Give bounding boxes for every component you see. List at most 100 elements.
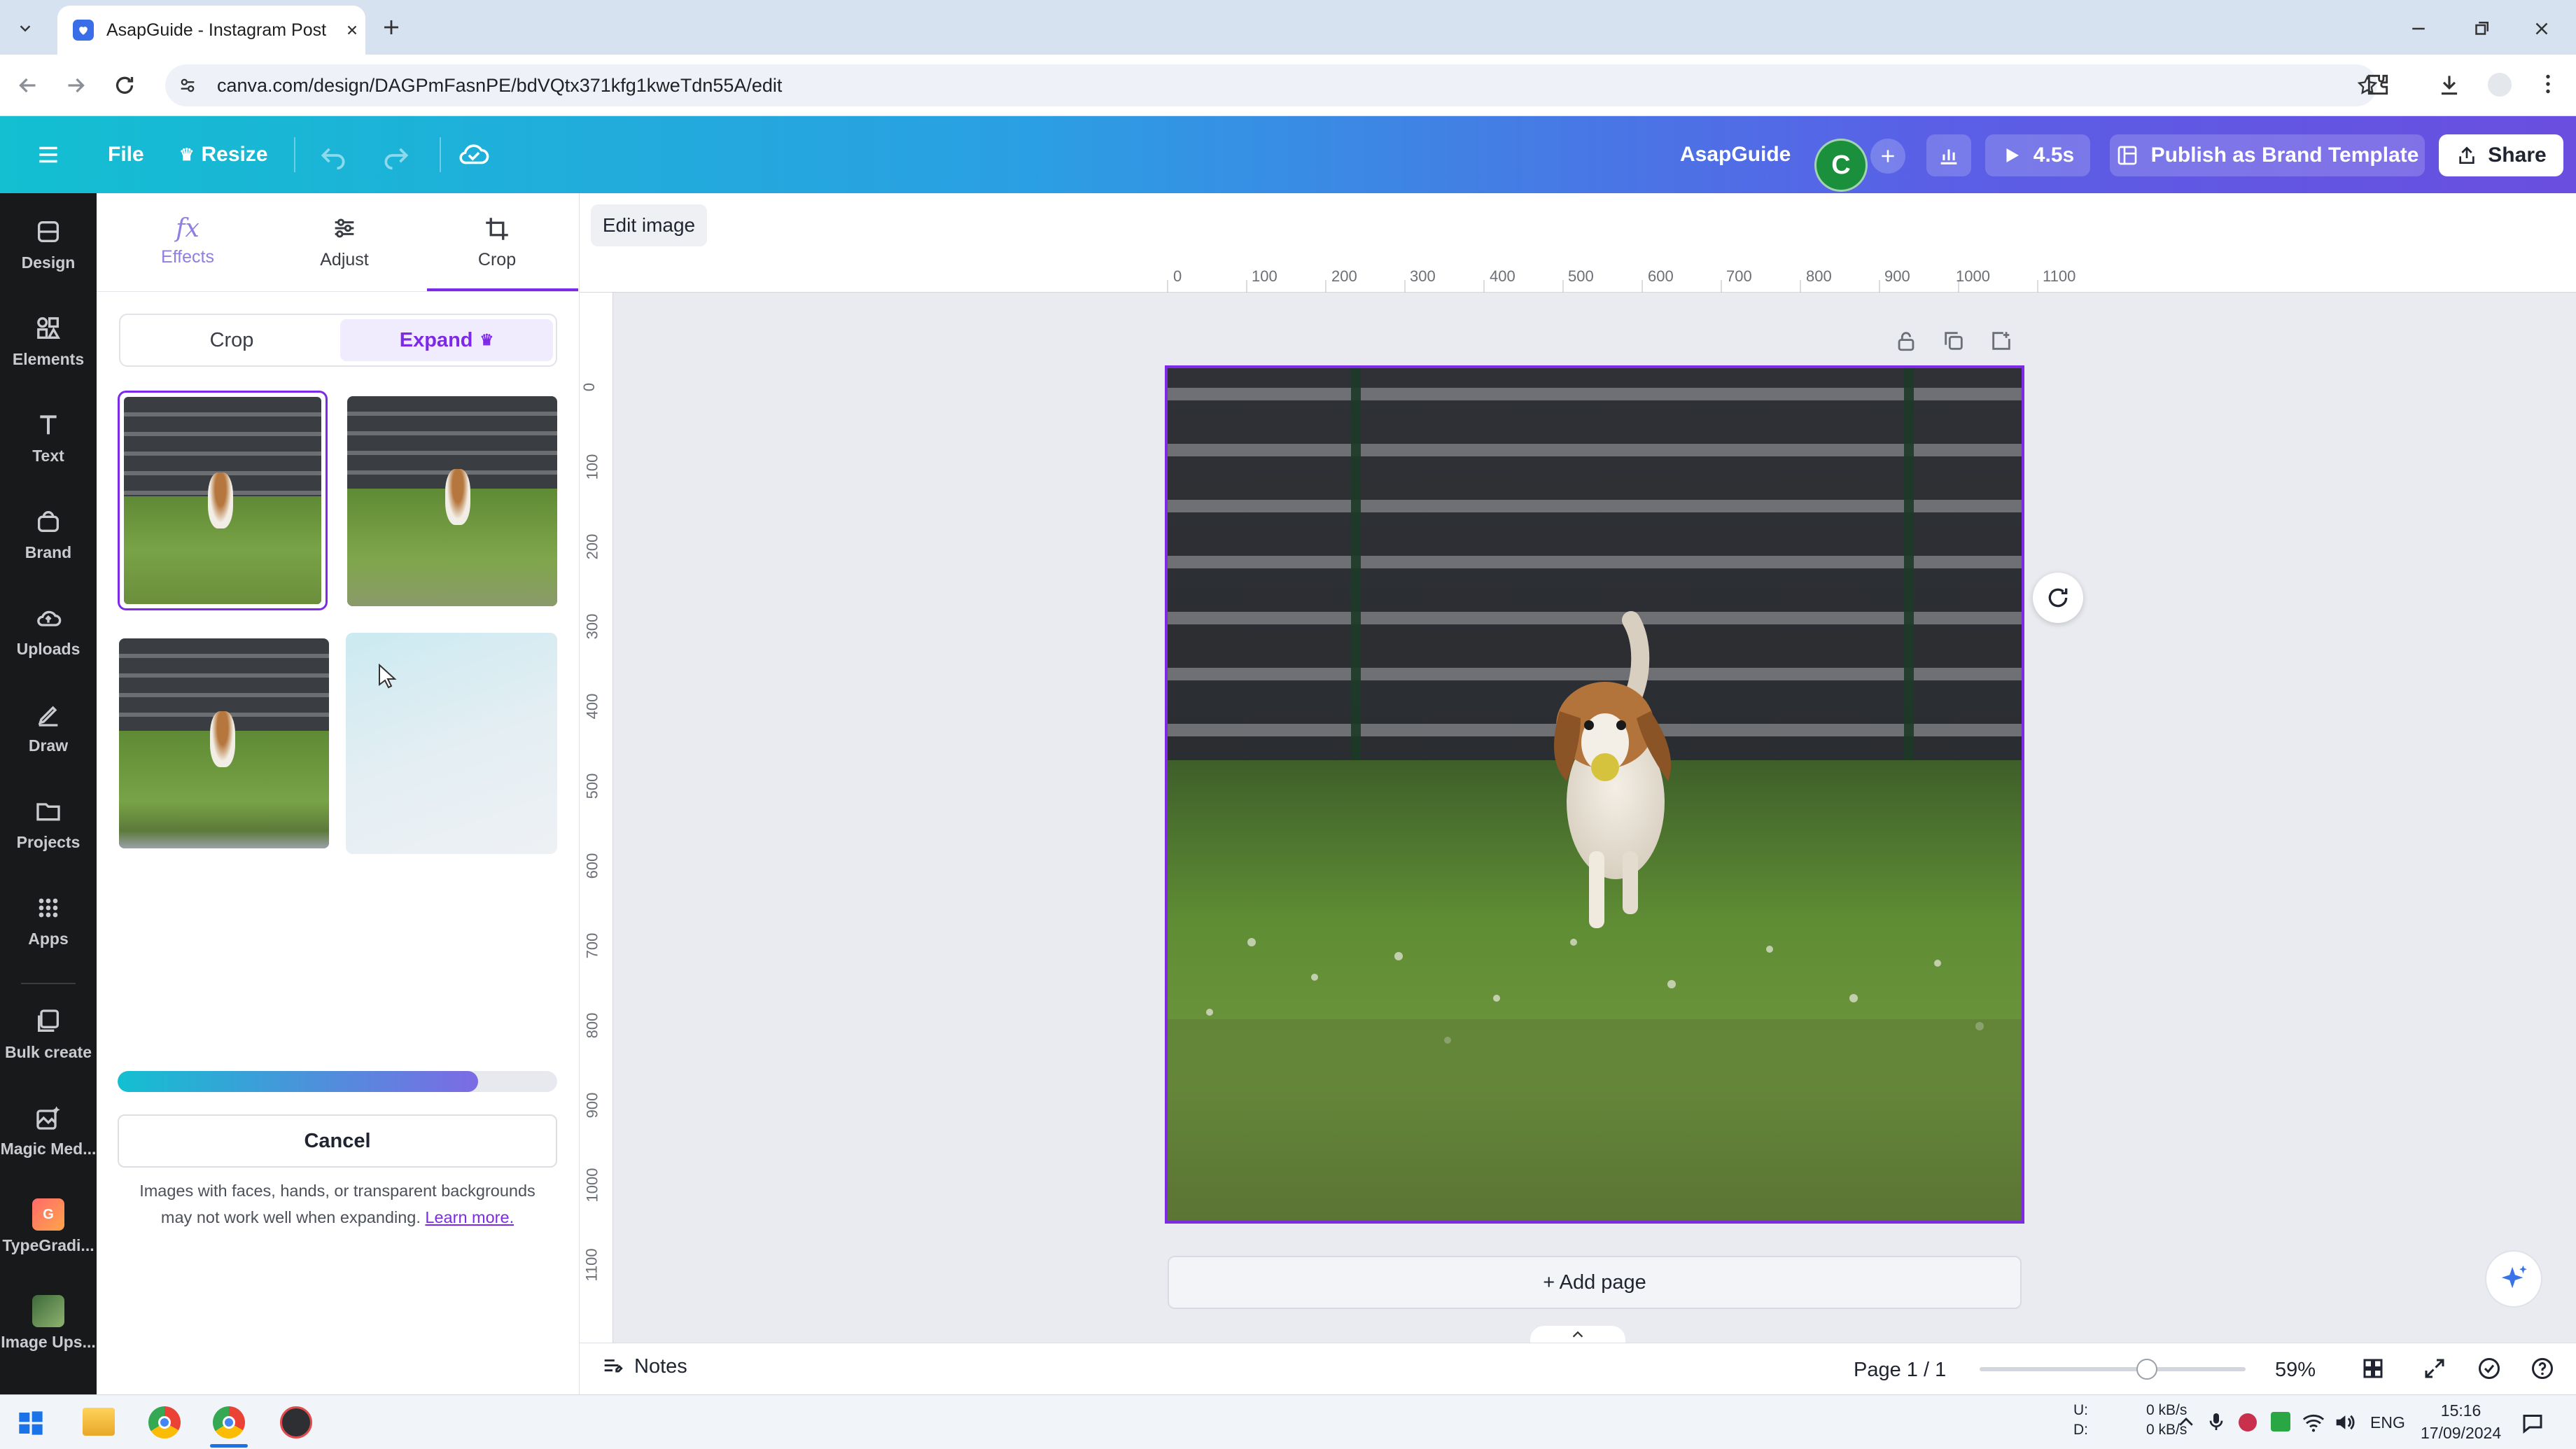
- restore-icon[interactable]: [2471, 18, 2492, 39]
- expand-result-3[interactable]: [119, 638, 329, 848]
- grid-view-icon[interactable]: [2360, 1356, 2386, 1381]
- profile-avatar[interactable]: [2488, 73, 2512, 97]
- cloud-saved-icon[interactable]: [456, 139, 491, 169]
- add-page-icon[interactable]: [1989, 329, 2013, 353]
- expand-result-1[interactable]: [118, 391, 328, 610]
- rail-item-text[interactable]: Text: [0, 409, 97, 465]
- zoom-slider-track[interactable]: [1980, 1367, 2246, 1371]
- user-avatar[interactable]: C: [1814, 139, 1868, 192]
- download-icon[interactable]: [2436, 71, 2463, 98]
- page-indicator[interactable]: Page 1 / 1: [1854, 1359, 1946, 1382]
- close-tab-icon[interactable]: [344, 22, 360, 38]
- file-menu-button[interactable]: File: [108, 143, 144, 167]
- url-field[interactable]: canva.com/design/DAGPmFasnPE/bdVQtx371kf…: [165, 64, 2378, 106]
- cancel-button[interactable]: Cancel: [118, 1114, 557, 1168]
- segment-expand[interactable]: Expand ♛: [340, 319, 553, 361]
- windows-start-icon[interactable]: [17, 1409, 45, 1437]
- apps-grid-icon: [32, 892, 64, 924]
- brand-icon: [32, 505, 64, 538]
- app-dark-icon[interactable]: [280, 1406, 312, 1438]
- tab-adjust-label: Adjust: [320, 250, 369, 270]
- reload-icon[interactable]: [112, 73, 137, 98]
- rail-item-brand[interactable]: Brand: [0, 505, 97, 562]
- language-indicator[interactable]: ENG: [2370, 1413, 2405, 1432]
- chrome-icon[interactable]: [148, 1406, 181, 1438]
- redo-icon[interactable]: [381, 140, 412, 171]
- tab-list-dropdown[interactable]: [10, 13, 41, 43]
- ruler-left-label: 900: [583, 1092, 601, 1119]
- regenerate-button[interactable]: [2033, 573, 2083, 623]
- tab-crop[interactable]: Crop: [427, 214, 567, 270]
- publish-brand-template-button[interactable]: Publish as Brand Template: [2110, 134, 2425, 176]
- rail-item-design[interactable]: Design: [0, 216, 97, 272]
- wifi-icon[interactable]: [2302, 1410, 2325, 1434]
- rail-item-image-upscaler[interactable]: Image Ups...: [0, 1295, 97, 1352]
- clock[interactable]: 15:16 17/09/2024: [2421, 1399, 2501, 1444]
- back-icon[interactable]: [15, 73, 41, 98]
- present-button[interactable]: 4.5s: [1985, 134, 2090, 176]
- clock-time: 15:16: [2440, 1401, 2482, 1420]
- zoom-percent[interactable]: 59%: [2275, 1359, 2316, 1382]
- plus-icon: [1882, 150, 1894, 162]
- rail-item-bulk-create[interactable]: Bulk create: [0, 1005, 97, 1062]
- chrome-active-icon[interactable]: [213, 1406, 245, 1438]
- site-settings-icon[interactable]: [178, 76, 197, 95]
- rail-item-uploads[interactable]: Uploads: [0, 602, 97, 659]
- magic-assistant-button[interactable]: [2485, 1250, 2542, 1308]
- zoom-slider-thumb[interactable]: [2136, 1359, 2158, 1380]
- insights-button[interactable]: [1926, 134, 1971, 176]
- green-tray-icon[interactable]: [2271, 1412, 2290, 1432]
- brand-kit-name[interactable]: AsapGuide: [1680, 143, 1791, 167]
- notification-icon[interactable]: [2520, 1410, 2545, 1436]
- lock-icon[interactable]: [1894, 329, 1918, 353]
- canva-top-bar: File ♛ Resize AsapGuide C 4.5s Publish a…: [0, 116, 2576, 193]
- folder-icon: [32, 795, 64, 827]
- add-page-button[interactable]: + Add page: [1168, 1256, 2022, 1309]
- browser-menu-icon[interactable]: [2535, 71, 2561, 97]
- minimize-icon[interactable]: [2408, 18, 2429, 39]
- volume-icon[interactable]: [2332, 1410, 2356, 1434]
- file-explorer-icon[interactable]: [83, 1408, 115, 1436]
- expand-progress-track: [118, 1071, 557, 1092]
- rail-item-apps[interactable]: Apps: [0, 892, 97, 948]
- close-window-icon[interactable]: [2531, 18, 2552, 39]
- microphone-icon[interactable]: [2205, 1410, 2227, 1433]
- tab-effects[interactable]: fx Effects: [139, 214, 237, 267]
- forward-icon[interactable]: [63, 73, 88, 98]
- ruler-top-label: 400: [1490, 267, 1516, 285]
- tab-adjust[interactable]: Adjust: [295, 214, 393, 270]
- rail-item-elements[interactable]: Elements: [0, 312, 97, 369]
- extensions-icon[interactable]: [2365, 71, 2391, 98]
- new-tab-icon[interactable]: [381, 17, 402, 38]
- tab-title: AsapGuide - Instagram Post: [106, 20, 327, 40]
- fullscreen-icon[interactable]: [2422, 1356, 2447, 1381]
- invite-button[interactable]: [1870, 139, 1905, 174]
- notes-button[interactable]: Notes: [601, 1354, 687, 1378]
- undo-icon[interactable]: [318, 140, 349, 171]
- expand-result-2[interactable]: [347, 396, 557, 606]
- show-pages-toggle[interactable]: [1530, 1326, 1625, 1343]
- resize-button[interactable]: ♛ Resize: [179, 143, 268, 167]
- hamburger-menu-icon[interactable]: [34, 141, 63, 168]
- edit-image-button[interactable]: Edit image: [591, 204, 707, 246]
- rail-item-draw[interactable]: Draw: [0, 699, 97, 755]
- browser-tab-active[interactable]: AsapGuide - Instagram Post: [57, 6, 365, 55]
- design-page[interactable]: [1165, 365, 2024, 1224]
- record-tray-icon[interactable]: [2239, 1413, 2257, 1432]
- check-circle-icon[interactable]: [2477, 1356, 2502, 1381]
- duplicate-page-icon[interactable]: [1942, 329, 1966, 353]
- ruler-top-label: 1000: [1956, 267, 1990, 285]
- share-button[interactable]: Share: [2439, 134, 2563, 176]
- learn-more-link[interactable]: Learn more.: [425, 1208, 514, 1226]
- help-icon[interactable]: [2530, 1356, 2555, 1381]
- rail-item-magic-media[interactable]: Magic Med...: [0, 1102, 97, 1158]
- network-speed: U: 0 kB/s D: 0 kB/s: [2073, 1401, 2187, 1440]
- tray-chevron-up-icon[interactable]: [2176, 1412, 2197, 1433]
- ruler-top-label: 600: [1648, 267, 1674, 285]
- rail-item-projects[interactable]: Projects: [0, 795, 97, 852]
- rail-item-typegradient[interactable]: G TypeGradi...: [0, 1198, 97, 1255]
- segment-crop[interactable]: Crop: [125, 319, 339, 361]
- tab-crop-label: Crop: [477, 250, 517, 270]
- ruler-vertical: 0 100 200 300 400 500 600 700 800 900 10…: [580, 293, 613, 1343]
- rail-label-design: Design: [21, 253, 76, 272]
